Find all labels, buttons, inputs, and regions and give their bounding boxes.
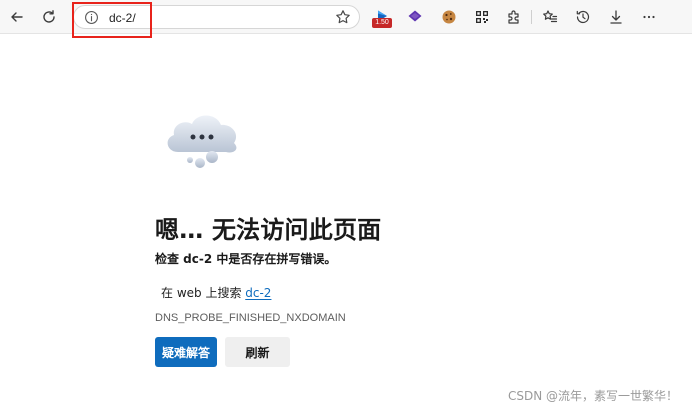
address-bar[interactable]: dc-2/: [73, 5, 360, 29]
search-prefix: 在 web 上搜索: [161, 286, 246, 300]
refresh-page-button[interactable]: 刷新: [225, 337, 290, 367]
favorites-icon: [543, 10, 558, 23]
favorites-button[interactable]: [538, 5, 562, 29]
error-code: DNS_PROBE_FINISHED_NXDOMAIN: [155, 312, 346, 324]
troubleshoot-button[interactable]: 疑难解答: [155, 337, 217, 367]
history-button[interactable]: [571, 5, 595, 29]
purple-layers-extension-icon: [408, 10, 422, 22]
address-text[interactable]: dc-2/: [109, 11, 136, 25]
search-suggestion: 在 web 上搜索 dc-2: [161, 284, 271, 301]
download-icon: [610, 10, 622, 24]
back-button[interactable]: [5, 5, 29, 29]
error-title: 嗯… 无法访问此页面: [155, 216, 382, 244]
star-icon[interactable]: [335, 9, 351, 25]
history-icon: [576, 10, 590, 24]
downloads-button[interactable]: [604, 5, 628, 29]
more-button[interactable]: [637, 5, 661, 29]
qr-code-extension-icon: [476, 11, 488, 23]
error-subtitle: 检查 dc-2 中是否存在拼写错误。: [155, 252, 337, 266]
watermark: CSDN @流年，素写一世繁华！: [507, 389, 678, 403]
extensions-button[interactable]: [502, 5, 526, 29]
refresh-icon: [43, 10, 55, 23]
qr-extension-button[interactable]: [470, 5, 494, 29]
cookie-extension-button[interactable]: [437, 5, 461, 29]
refresh-button[interactable]: [37, 5, 61, 29]
more-icon: [643, 15, 655, 19]
layers-extension-button[interactable]: [403, 5, 427, 29]
info-icon[interactable]: [84, 10, 99, 25]
extension-badge: 1.50: [372, 18, 392, 28]
toolbar-separator: [531, 10, 532, 24]
browser-toolbar: dc-2/ 1.50: [0, 0, 692, 38]
puzzle-icon: [508, 10, 519, 24]
arrow-left-icon: [11, 12, 23, 22]
cookie-extension-icon: [442, 10, 456, 24]
cloud-error-icon: [167, 115, 237, 168]
search-link[interactable]: dc-2: [245, 286, 271, 300]
